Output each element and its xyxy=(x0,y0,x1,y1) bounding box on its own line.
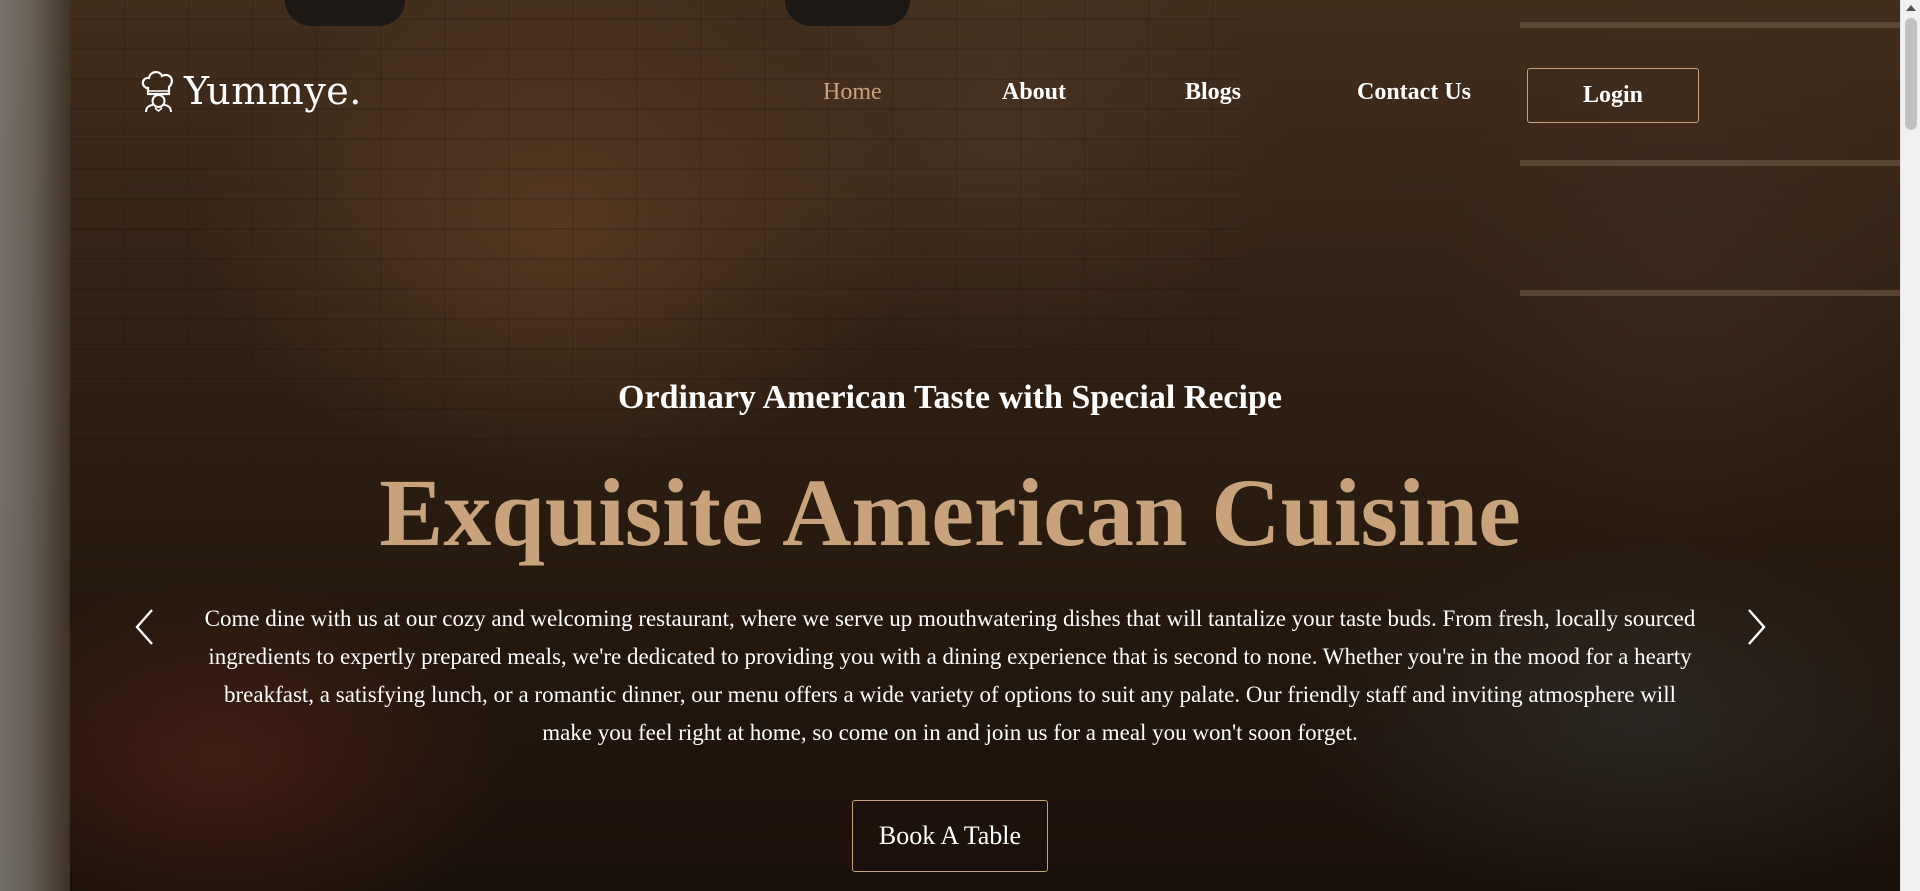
hero-subtitle: Ordinary American Taste with Special Rec… xyxy=(618,379,1282,416)
nav-link-blogs[interactable]: Blogs xyxy=(1185,80,1241,104)
nav-link-contact-us[interactable]: Contact Us xyxy=(1357,80,1471,104)
page: Yummye. Home About Blogs Contact Us Logi… xyxy=(0,0,1920,891)
scroll-thumb[interactable] xyxy=(1905,18,1917,130)
hero-description: Come dine with us at our cozy and welcom… xyxy=(204,606,1696,745)
brand-name: Yummye. xyxy=(184,69,362,113)
chevron-left-icon xyxy=(135,609,153,645)
scroll-up-arrow-icon[interactable] xyxy=(1906,5,1916,11)
carousel-prev-button[interactable] xyxy=(128,604,160,650)
hero-title: Exquisite American Cuisine xyxy=(379,459,1521,566)
book-a-table-button[interactable]: Book A Table xyxy=(852,800,1048,872)
chevron-right-icon xyxy=(1748,609,1766,645)
page-scrollbar[interactable] xyxy=(1900,0,1920,891)
chef-hat-icon xyxy=(141,71,173,113)
nav-link-about[interactable]: About xyxy=(1002,80,1066,104)
brand-logo[interactable]: Yummye. xyxy=(138,68,362,114)
hero-dark-overlay xyxy=(0,0,1900,891)
carousel-next-button[interactable] xyxy=(1741,604,1773,650)
nav-link-home[interactable]: Home xyxy=(823,80,882,104)
login-button[interactable]: Login xyxy=(1527,68,1699,123)
